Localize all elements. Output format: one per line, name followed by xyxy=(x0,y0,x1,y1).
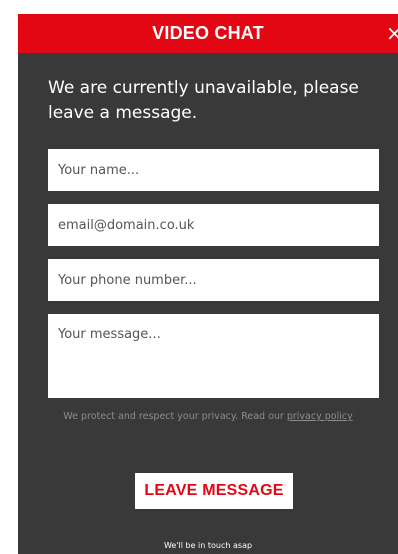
message-textarea[interactable] xyxy=(48,314,379,398)
widget-title: VIDEO CHAT xyxy=(152,23,264,43)
phone-input[interactable] xyxy=(48,259,379,301)
leave-message-button[interactable]: LEAVE MESSAGE xyxy=(135,473,293,509)
close-icon[interactable]: × xyxy=(386,14,398,53)
name-input[interactable] xyxy=(48,149,379,191)
video-chat-widget: VIDEO CHAT × We are currently unavailabl… xyxy=(18,14,398,554)
footnote-text: We'll be in touch asap xyxy=(163,541,253,550)
privacy-notice: We protect and respect your privacy. Rea… xyxy=(18,410,398,424)
privacy-policy-link[interactable]: privacy policy xyxy=(287,411,353,422)
widget-header: VIDEO CHAT × xyxy=(18,14,398,53)
email-input[interactable] xyxy=(48,204,379,246)
privacy-text: We protect and respect your privacy. Rea… xyxy=(63,411,287,422)
unavailable-message: We are currently unavailable, please lea… xyxy=(48,78,359,123)
